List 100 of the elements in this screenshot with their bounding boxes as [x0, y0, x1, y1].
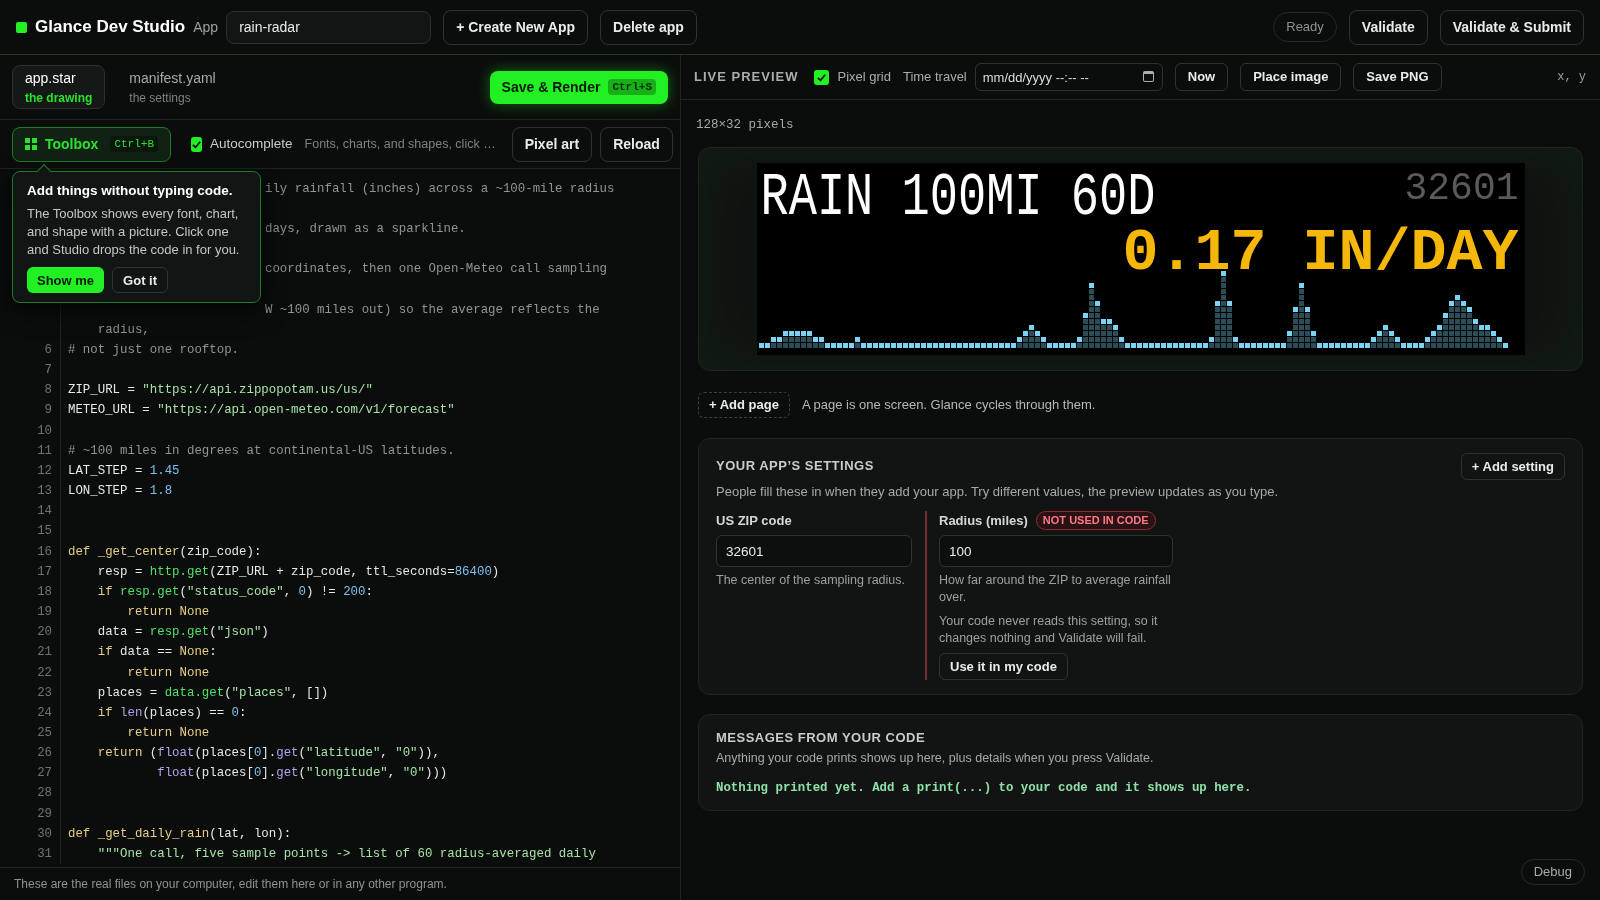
line-number: 18	[37, 583, 52, 601]
code-line: return None	[126, 604, 210, 622]
line-number: 21	[37, 644, 52, 662]
line-number: 20	[37, 624, 52, 642]
line-number: 11	[37, 442, 52, 460]
code-line: resp = http.get(ZIP_URL + zip_code, ttl_seconds=86400)	[96, 563, 500, 581]
code-line: LON_STEP = 1.8	[68, 483, 173, 501]
date-field[interactable]: mm/dd/yyyy --:-- --	[974, 63, 1163, 91]
line-number: 28	[37, 785, 52, 803]
toolbox-button[interactable]: Toolbox Ctrl+B	[12, 126, 171, 162]
code-line: METEO_URL = "https://api.open-meteo.com/v1/forecast"	[68, 402, 455, 420]
line-number: 30	[37, 825, 52, 843]
line-number: 15	[37, 523, 52, 541]
grid-icon	[25, 138, 37, 150]
code-line: def _get_daily_rain(lat, lon):	[68, 825, 292, 843]
cursor-coordinates: x, y	[1557, 69, 1586, 86]
action-button[interactable]: Validate	[1348, 9, 1428, 45]
field-label: Radius (miles)	[939, 511, 1028, 530]
add-setting-button[interactable]: + Add setting	[1460, 452, 1565, 480]
field-label: Time travel	[902, 68, 967, 87]
toolbar-button[interactable]: Reload	[600, 126, 673, 162]
line-number: 14	[37, 503, 52, 521]
logo-icon	[16, 21, 27, 33]
warning-badge: NOT USED IN CODE	[1035, 511, 1156, 530]
line-number: 9	[44, 402, 52, 420]
app-label: App	[193, 17, 219, 37]
setting-field[interactable]: 32601	[716, 535, 912, 568]
add-page-button[interactable]: + Add page	[698, 391, 790, 418]
toolbar-button[interactable]: Save PNG	[1353, 63, 1442, 91]
code-line: data = resp.get("json")	[96, 624, 269, 642]
action-button[interactable]: Validate & Submit	[1439, 9, 1584, 45]
panel-title: LIVE PREVIEW	[694, 68, 799, 87]
code-line: ily rainfall (inches) across a ~100-mile radius	[265, 180, 615, 198]
tooltip-text: The Toolbox shows every font, chart, and shape with a picture. Click one and Studio drops the code in for you.	[27, 205, 241, 260]
check-icon	[191, 138, 202, 150]
toolbar-button[interactable]: Pixel art	[511, 126, 593, 162]
code-line: if data == None:	[96, 644, 217, 662]
code-line: if resp.get("status_code", 0) != 200:	[96, 583, 373, 601]
tooltip-button[interactable]: Got it	[112, 267, 168, 294]
shortcut-hint: Ctrl+S	[608, 78, 656, 96]
code-line: places = data.get("places", [])	[96, 684, 329, 702]
line-number: 10	[37, 422, 52, 440]
use-in-code-button[interactable]: Use it in my code	[939, 653, 1068, 681]
shortcut-hint: Ctrl+B	[110, 135, 158, 153]
line-number: 17	[37, 563, 52, 581]
warning-text: Your code never reads this setting, so it changes nothing and Validate will fail.	[939, 613, 1159, 648]
add-page-note: A page is one screen. Glance cycles through them.	[801, 396, 1096, 414]
code-line: """One call, five sample points -> list of 60 radius-averaged daily	[96, 845, 596, 863]
line-number: 27	[37, 765, 52, 783]
code-line: ZIP_URL = "https://api.zippopotam.us/us/"	[68, 382, 373, 400]
footer-note: These are the real files on your computer, edit them here or in any other program.	[14, 876, 447, 893]
code-line: coordinates, then one Open-Meteo call sampling	[265, 261, 608, 279]
line-number: 12	[37, 462, 52, 480]
toolbar-button[interactable]: Now	[1174, 63, 1229, 91]
tooltip-title: Add things without typing code.	[27, 182, 234, 200]
toolbar-button[interactable]: + Create New App	[443, 9, 589, 45]
code-line: return (float(places[0].get("latitude", "0")),	[96, 745, 440, 763]
toolbar-button[interactable]: Place image	[1240, 63, 1342, 91]
tooltip-button[interactable]: Show me	[27, 267, 105, 294]
line-number: 26	[37, 745, 52, 763]
section-title: YOUR APP’S SETTINGS	[716, 456, 874, 475]
line-number: 31	[37, 845, 52, 863]
app-name-field[interactable]: rain-radar	[226, 10, 432, 44]
line-number: 29	[37, 805, 52, 823]
calendar-icon	[1142, 71, 1154, 82]
line-number: 19	[37, 604, 52, 622]
code-line: radius,	[96, 321, 150, 339]
code-line: days, drawn as a sparkline.	[265, 221, 466, 239]
code-line: # not just one rooftop.	[68, 342, 240, 359]
code-line: if len(places) == 0:	[96, 704, 247, 722]
field-label: US ZIP code	[716, 511, 792, 530]
toolbar-button[interactable]: Delete app	[600, 9, 697, 45]
checkbox[interactable]	[814, 69, 830, 85]
brand-title: Glance Dev Studio	[35, 16, 186, 39]
section-description: Anything your code prints shows up here, plus details when you press Validate.	[716, 749, 1155, 767]
code-line: # ~100 miles in degrees at continental-US latitudes.	[68, 442, 455, 460]
code-line: return None	[126, 664, 210, 682]
line-number: 8	[44, 382, 52, 400]
line-number: 16	[37, 543, 52, 561]
checkbox-label: Pixel grid	[837, 68, 891, 87]
size-label: 128×32 pixels	[696, 117, 795, 134]
code-line: def _get_center(zip_code):	[68, 543, 262, 561]
save-render-button[interactable]: Save & Render Ctrl+S	[489, 70, 668, 104]
line-number: 23	[37, 684, 52, 702]
check-icon	[816, 71, 828, 83]
setting-field[interactable]: 100	[939, 535, 1173, 568]
line-number: 7	[44, 362, 52, 380]
line-number: 24	[37, 704, 52, 722]
section-title: MESSAGES FROM YOUR CODE	[716, 729, 927, 748]
checkbox[interactable]	[191, 136, 202, 152]
field-help: The center of the sampling radius.	[716, 572, 906, 590]
code-line: float(places[0].get("longitude", "0")))	[156, 765, 448, 783]
code-line: return None	[126, 725, 210, 742]
line-number: 25	[37, 725, 52, 742]
line-number: 22	[37, 664, 52, 682]
hint-text: Fonts, charts, and shapes, click …	[304, 135, 496, 153]
console-output: Nothing printed yet. Add a print(...) to your code and it shows up here.	[716, 779, 1253, 797]
file-tab[interactable]: manifest.yaml the settings	[121, 65, 224, 109]
file-tab[interactable]: app.star the drawing	[12, 65, 106, 109]
section-description: People fill these in when they add your app. Try different values, the preview updates as you type.	[716, 482, 1279, 501]
